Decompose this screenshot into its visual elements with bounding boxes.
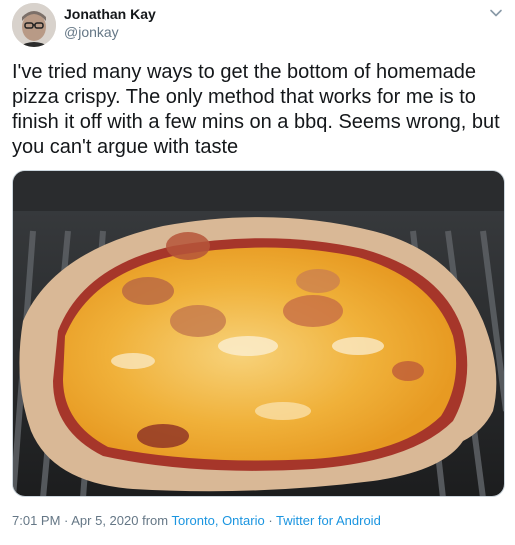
tweet: Jonathan Kay @jonkay I've tried many way… xyxy=(0,0,515,545)
avatar[interactable] xyxy=(12,3,56,47)
author-handle[interactable]: @jonkay xyxy=(64,24,119,41)
tweet-text: I've tried many ways to get the bottom o… xyxy=(12,61,500,158)
source-link[interactable]: Twitter for Android xyxy=(276,513,381,528)
separator: · xyxy=(264,513,277,528)
tweet-time[interactable]: 7:01 PM xyxy=(12,513,60,528)
location-link[interactable]: Toronto, Ontario xyxy=(171,513,264,528)
from-label: from xyxy=(138,513,172,528)
tweet-metadata: 7:01 PM · Apr 5, 2020 from Toronto, Onta… xyxy=(12,513,381,529)
chevron-down-icon[interactable] xyxy=(489,6,503,20)
tweet-date[interactable]: Apr 5, 2020 xyxy=(71,513,138,528)
tweet-photo[interactable] xyxy=(12,170,505,497)
separator: · xyxy=(60,513,72,528)
author-name[interactable]: Jonathan Kay xyxy=(64,6,156,23)
